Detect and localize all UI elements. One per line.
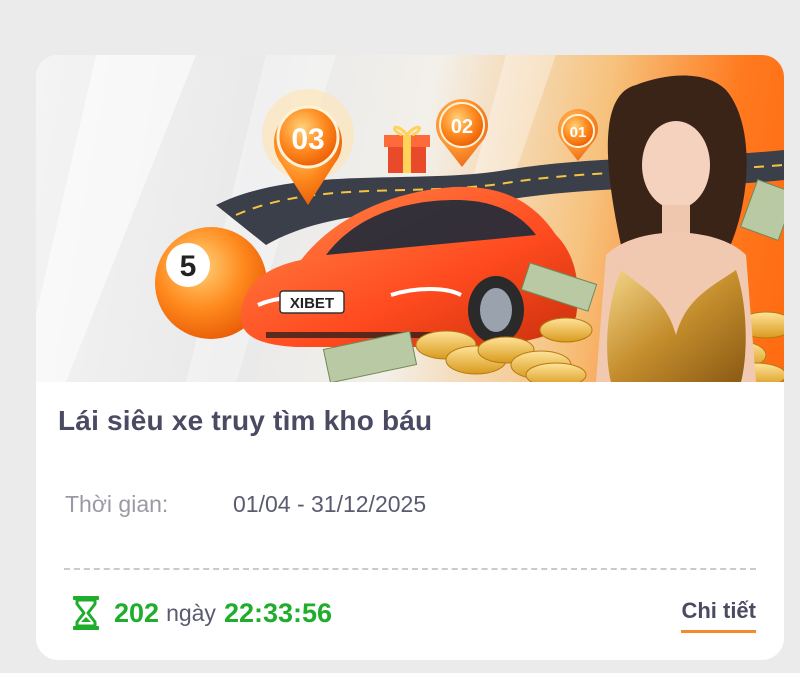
svg-text:5: 5 [180, 250, 197, 283]
dashed-divider [64, 568, 756, 570]
countdown-days-unit: ngày [166, 599, 216, 626]
countdown-timer: 202 ngày 22:33:56 [70, 595, 332, 631]
svg-text:03: 03 [291, 123, 324, 156]
model-figure [596, 75, 756, 382]
period-value: 01/04 - 31/12/2025 [233, 491, 427, 517]
svg-text:01: 01 [570, 124, 587, 141]
promotion-card[interactable]: 03 02 01 5 XIBET Lái siêu xe truy tìm kh… [36, 55, 784, 660]
svg-text:XIBET: XIBET [290, 295, 334, 312]
banner-illustration: 03 02 01 5 XIBET [36, 55, 784, 382]
details-link[interactable]: Chi tiết [681, 598, 756, 633]
promo-banner[interactable]: 03 02 01 5 XIBET [36, 55, 784, 382]
svg-text:02: 02 [451, 116, 473, 138]
promo-title: Lái siêu xe truy tìm kho báu [58, 405, 433, 436]
hourglass-icon [70, 595, 102, 631]
countdown-days: 202 [114, 597, 160, 628]
gift-icon [384, 125, 430, 173]
countdown-time: 22:33:56 [223, 597, 333, 628]
marker-01: 01 [558, 108, 598, 161]
period-label: Thời gian: [65, 491, 169, 517]
